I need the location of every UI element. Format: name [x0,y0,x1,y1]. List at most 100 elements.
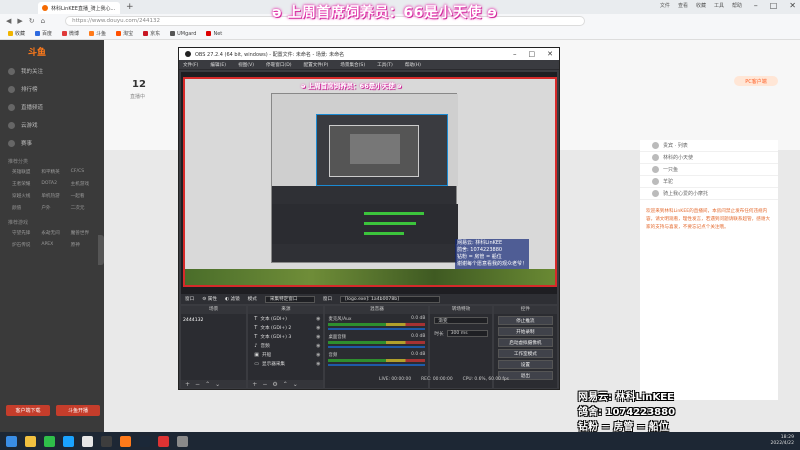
obs-icon[interactable] [101,435,112,447]
duration-input[interactable]: 300 ms [446,330,488,337]
stop-streaming-button[interactable]: 停止推流 [497,316,553,325]
down-icon[interactable]: ⌄ [215,381,220,388]
wechat-icon[interactable] [44,435,55,447]
filters-button[interactable]: ◐ 滤镜 [225,296,240,302]
bookmark-0[interactable]: 收藏 [8,30,25,37]
remove-icon[interactable]: − [262,381,267,388]
refresh-icon[interactable]: ↻ [29,17,35,25]
obs-close-button[interactable]: ✕ [547,50,553,58]
source-item[interactable]: T 文本 (GDI+) 2 ◉ [248,323,323,332]
sidebar-item-channels[interactable]: 直播频道 [0,98,104,116]
obs-preview[interactable]: ə 上周首席饲养员：66是小天使 ɘ 网易云: 林科LinKEE 鸽舍: 107… [181,72,557,294]
volume-slider[interactable] [328,364,426,366]
sidebar-item-follow[interactable]: 我的关注 [0,62,104,80]
browser-icon[interactable] [82,435,93,447]
rank-row[interactable]: 骑上我心爱的小摩托 [640,188,778,200]
add-icon[interactable]: + [252,381,257,388]
minimize-button[interactable]: – [754,1,758,10]
add-icon[interactable]: + [185,381,190,388]
category-item[interactable]: 二次元 [71,205,98,211]
pc-client-button[interactable]: PC客户端 [734,76,778,86]
douyu-logo[interactable]: 斗鱼 [0,40,104,62]
start-icon[interactable] [6,435,17,447]
game-item[interactable]: APEX [41,242,68,248]
eye-icon[interactable]: ◉ [316,352,320,358]
source-item[interactable]: T 文本 (GDI+) ◉ [248,314,323,323]
volume-slider[interactable] [328,346,426,348]
bookmark-4[interactable]: 淘宝 [116,30,133,37]
bookmark-1[interactable]: 百度 [35,30,52,37]
category-item[interactable]: 穿越火线 [12,193,39,199]
rank-row[interactable]: 林科的小天使 [640,152,778,164]
mode-select[interactable]: 采集特定窗口 [264,295,315,303]
category-item[interactable]: DOTA2 [41,181,68,187]
url-input[interactable]: https://www.douyu.com/244132 [65,16,586,26]
menu-file[interactable]: 文件 [660,2,670,9]
eye-icon[interactable]: ◉ [316,334,320,340]
sidebar-item-cloud-game[interactable]: 云游戏 [0,116,104,134]
bookmark-2[interactable]: 微博 [62,30,79,37]
obs-menu-view[interactable]: 视图(V) [238,62,254,68]
bookmark-7[interactable]: Net [206,31,222,37]
obs-menu-scene-collection[interactable]: 场景集合(S) [340,62,365,68]
source-item[interactable]: ▣ 开船 ◉ [248,350,323,359]
forward-icon[interactable]: ▶ [17,17,22,25]
menu-favorites[interactable]: 收藏 [696,2,706,9]
up-icon[interactable]: ⌃ [283,381,288,388]
category-item[interactable]: CF/CS [71,169,98,175]
source-item[interactable]: ▭ 显示器采集 ◉ [248,359,323,368]
sidebar-item-events[interactable]: 赛事 [0,134,104,152]
bookmark-6[interactable]: UMgard [170,31,196,37]
start-recording-button[interactable]: 开始录制 [497,327,553,336]
eye-icon[interactable]: ◉ [316,361,320,367]
folder-icon[interactable] [25,435,36,447]
eye-icon[interactable]: ◉ [316,316,320,322]
download-client-button[interactable]: 客户端下载 [6,405,50,416]
category-item[interactable]: 户外 [41,205,68,211]
bookmark-5[interactable]: 京东 [143,30,160,37]
obs-minimize-button[interactable]: – [513,50,517,58]
game-item[interactable]: 炉石传说 [12,242,39,248]
home-icon[interactable]: ⌂ [41,17,45,25]
studio-mode-button[interactable]: 工作室模式 [497,349,553,358]
netease-music-icon[interactable] [158,435,169,447]
obs-menu-file[interactable]: 文件(F) [183,62,198,68]
down-icon[interactable]: ⌄ [293,381,298,388]
category-item[interactable]: 主机游戏 [71,181,98,187]
obs-menu-help[interactable]: 帮助(H) [405,62,421,68]
category-item[interactable]: 和平精英 [41,169,68,175]
game-item[interactable]: 守望先锋 [12,230,39,236]
steam-icon[interactable] [139,435,150,447]
source-item[interactable]: ♪ 音频 ◉ [248,341,323,350]
category-item[interactable]: 单机热游 [41,193,68,199]
game-item[interactable]: 魔兽世界 [71,230,98,236]
obs-menu-docks[interactable]: 停靠窗口(D) [266,62,292,68]
browser-tab[interactable]: 林科LinKEE直播_骑上我心... [38,2,120,14]
rank-row[interactable]: 一只鱼 [640,164,778,176]
rank-row[interactable]: 羊驼 [640,176,778,188]
category-item[interactable]: 一起看 [71,193,98,199]
obs-maximize-button[interactable]: □ [529,50,536,58]
sidebar-item-rank[interactable]: 排行榜 [0,80,104,98]
douyu-icon[interactable] [120,435,131,447]
transition-select[interactable]: 渐变 [434,317,488,324]
game-item[interactable]: 原神 [71,242,98,248]
settings-button[interactable]: 设置 [497,360,553,369]
obs-menu-profile[interactable]: 配置文件(P) [304,62,329,68]
app-icon[interactable] [177,435,188,447]
maximize-button[interactable]: □ [770,1,778,10]
category-item[interactable]: 王者荣耀 [12,181,39,187]
source-item[interactable]: T 文本 (GDI+) 3 ◉ [248,332,323,341]
obs-menu-tools[interactable]: 工具(T) [377,62,393,68]
category-item[interactable]: 英雄联盟 [12,169,39,175]
start-stream-button[interactable]: 斗鱼开播 [56,405,100,416]
gear-icon[interactable]: ⚙ [272,381,277,388]
game-item[interactable]: 永劫无间 [41,230,68,236]
new-tab-button[interactable]: + [126,2,134,12]
category-item[interactable]: 颜值 [12,205,39,211]
bookmark-3[interactable]: 斗鱼 [89,30,106,37]
scene-item[interactable]: 2444132 [181,314,246,327]
up-icon[interactable]: ⌃ [205,381,210,388]
volume-slider[interactable] [328,328,426,330]
system-tray[interactable]: 18:29 2022/4/22 [770,435,794,447]
